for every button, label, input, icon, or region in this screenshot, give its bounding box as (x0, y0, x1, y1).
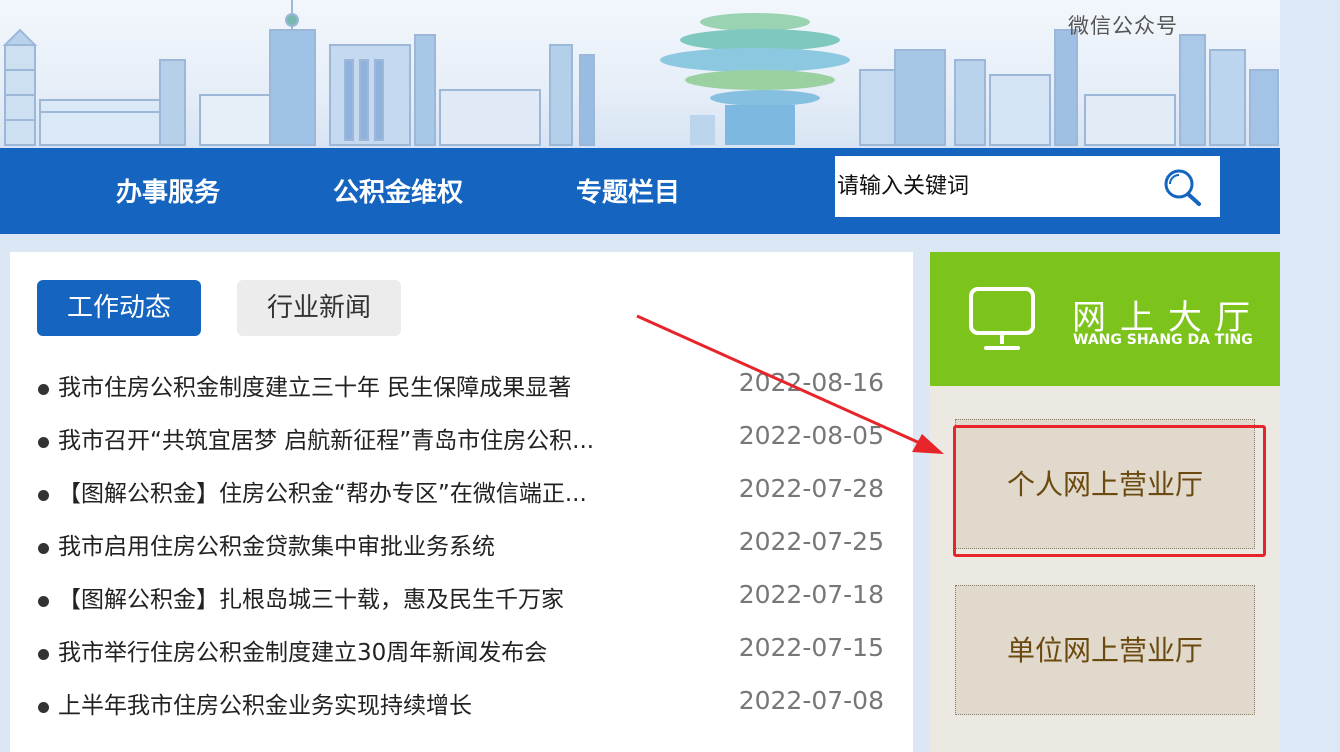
company-online-hall-button[interactable]: 单位网上营业厅 (955, 585, 1255, 715)
news-item[interactable]: 我市召开“共筑宜居梦 启航新征程”青岛市住房公积... 2022-08-05 (36, 415, 896, 468)
tab-industry-news[interactable]: 行业新闻 (237, 280, 401, 336)
nav-item-special-topics[interactable]: 专题栏目 (576, 172, 680, 209)
news-item[interactable]: 我市启用住房公积金贷款集中审批业务系统 2022-07-25 (36, 521, 896, 574)
news-title[interactable]: 【图解公积金】扎根岛城三十载，惠及民生千万家 (58, 580, 564, 614)
tab-work-updates[interactable]: 工作动态 (37, 280, 201, 336)
bullet-icon (38, 596, 49, 607)
bullet-icon (38, 384, 49, 395)
news-date: 2022-08-05 (738, 421, 884, 450)
main-nav-bar: 办事服务 公积金维权 专题栏目 (0, 148, 1280, 234)
nav-item-services[interactable]: 办事服务 (116, 172, 220, 209)
news-item[interactable]: 我市住房公积金制度建立三十年 民生保障成果显著 2022-08-16 (36, 362, 896, 415)
news-title[interactable]: 我市住房公积金制度建立三十年 民生保障成果显著 (58, 368, 571, 402)
news-title[interactable]: 【图解公积金】住房公积金“帮办专区”在微信端正... (58, 474, 587, 508)
search-input[interactable] (835, 156, 1155, 217)
news-date: 2022-07-08 (738, 686, 884, 715)
online-hall-banner[interactable]: 网上大厅 WANG SHANG DA TING (930, 252, 1280, 386)
bullet-icon (38, 437, 49, 448)
bullet-icon (38, 649, 49, 660)
personal-online-hall-button[interactable]: 个人网上营业厅 (955, 419, 1255, 549)
news-item[interactable]: 【图解公积金】扎根岛城三十载，惠及民生千万家 2022-07-18 (36, 574, 896, 627)
monitor-icon (969, 287, 1035, 350)
news-title[interactable]: 上半年我市住房公积金业务实现持续增长 (58, 686, 472, 720)
bullet-icon (38, 702, 49, 713)
bullet-icon (38, 543, 49, 554)
news-item[interactable]: 我市举行住房公积金制度建立30周年新闻发布会 2022-07-15 (36, 627, 896, 680)
online-hall-panel: 网上大厅 WANG SHANG DA TING 个人网上营业厅 单位网上营业厅 (930, 252, 1280, 752)
news-date: 2022-08-16 (738, 368, 884, 397)
news-title[interactable]: 我市举行住房公积金制度建立30周年新闻发布会 (58, 633, 547, 667)
online-hall-subtitle: WANG SHANG DA TING (1073, 332, 1253, 348)
news-title[interactable]: 我市启用住房公积金贷款集中审批业务系统 (58, 527, 495, 561)
wechat-official-account-label[interactable]: 微信公众号 (1068, 10, 1178, 40)
search-button[interactable] (1160, 166, 1204, 208)
bullet-icon (38, 490, 49, 501)
page-background-strip (1280, 0, 1340, 752)
news-item[interactable]: 【图解公积金】住房公积金“帮办专区”在微信端正... 2022-07-28 (36, 468, 896, 521)
news-date: 2022-07-18 (738, 580, 884, 609)
news-item[interactable]: 上半年我市住房公积金业务实现持续增长 2022-07-08 (36, 680, 896, 733)
news-title[interactable]: 我市召开“共筑宜居梦 启航新征程”青岛市住房公积... (58, 421, 594, 455)
news-panel: 工作动态 行业新闻 我市住房公积金制度建立三十年 民生保障成果显著 2022-0… (10, 252, 913, 752)
news-date: 2022-07-25 (738, 527, 884, 556)
news-date: 2022-07-15 (738, 633, 884, 662)
header-banner: 微信公众号 (0, 0, 1280, 148)
nav-item-rights-protection[interactable]: 公积金维权 (333, 172, 463, 209)
search-icon (1164, 169, 1201, 206)
news-date: 2022-07-28 (738, 474, 884, 503)
search-box (835, 156, 1220, 217)
news-list: 我市住房公积金制度建立三十年 民生保障成果显著 2022-08-16 我市召开“… (36, 362, 896, 733)
